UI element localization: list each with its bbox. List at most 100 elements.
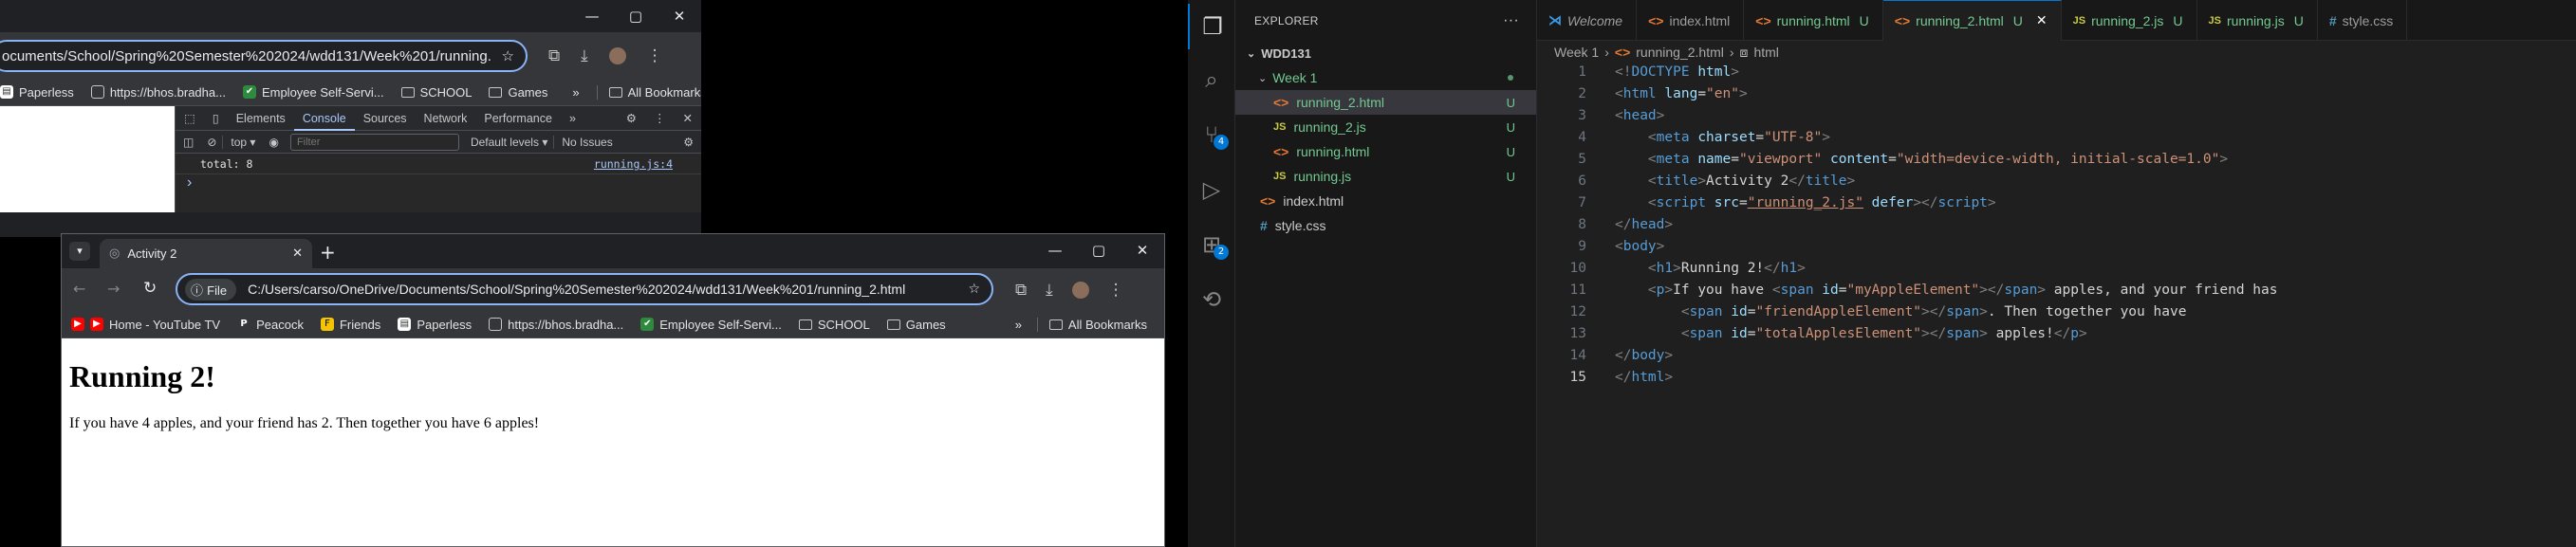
devtools-more-tabs[interactable]: » — [561, 106, 584, 131]
bookmark-school[interactable]: SCHOOL — [400, 85, 472, 100]
bookmark-bhos[interactable]: https://bhos.bradha... — [489, 318, 623, 332]
tab-style-css[interactable]: # style.css — [2318, 0, 2408, 41]
tree-file-index-html[interactable]: <> index.html — [1235, 189, 1536, 213]
close-icon[interactable]: ✕ — [658, 0, 701, 32]
console-settings-icon[interactable]: ⚙ — [683, 136, 701, 149]
device-icon[interactable]: ▯ — [204, 106, 228, 131]
tab-index-html[interactable]: <> index.html — [1637, 0, 1745, 41]
eye-icon[interactable]: ◉ — [263, 136, 284, 149]
bookmark-paperless[interactable]: ▤ Paperless — [0, 85, 74, 100]
avatar[interactable] — [608, 46, 626, 64]
tree-file-running-js[interactable]: JS running.js U — [1235, 164, 1536, 189]
star-icon[interactable]: ☆ — [502, 47, 514, 64]
clear-console-icon[interactable]: ⊘ — [201, 136, 222, 149]
extensions-icon[interactable]: ⊞ 2 — [1188, 222, 1235, 267]
tree-file-style-css[interactable]: # style.css — [1235, 213, 1536, 238]
front-address-bar[interactable]: ⓘ File C:/Users/carso/OneDrive/Documents… — [176, 273, 993, 305]
back-address-bar[interactable]: ocuments/School/Spring%20Semester%202024… — [0, 40, 528, 72]
tab-search-icon[interactable]: ▾ — [69, 242, 90, 261]
tree-file-running-html[interactable]: <> running.html U — [1235, 139, 1536, 164]
bookmark-paperless[interactable]: ▤ Paperless — [398, 318, 472, 332]
line-number: 11 — [1569, 283, 1586, 298]
tree-folder-week1[interactable]: ⌄ Week 1 — [1235, 65, 1536, 90]
minimize-icon[interactable]: — — [1033, 234, 1077, 266]
tab-running-html[interactable]: <> running.html U — [1744, 0, 1883, 41]
explorer-menu-icon[interactable]: ··· — [1503, 12, 1519, 29]
context-select[interactable]: top ▾ — [222, 135, 263, 149]
front-bookmarks-bar: ▶ ▶ Home - YouTube TV P Peacock F Friends ▤… — [62, 311, 1164, 338]
tab-performance[interactable]: Performance — [475, 106, 561, 131]
tab-running-2-js[interactable]: JS running_2.js U — [2062, 0, 2197, 41]
inspect-icon[interactable]: ⬚ — [176, 106, 204, 131]
source-control-icon[interactable]: ⑂ 4 — [1188, 112, 1235, 157]
reload-icon[interactable]: ↻ — [143, 279, 157, 298]
all-bookmarks[interactable]: All Bookmarks — [596, 84, 701, 100]
sidebar-toggle-icon[interactable]: ◫ — [176, 136, 201, 149]
remote-explorer-icon[interactable]: ⟲ — [1188, 277, 1235, 322]
maximize-icon[interactable]: ▢ — [614, 0, 658, 32]
tab-running-js[interactable]: JS running.js U — [2197, 0, 2318, 41]
issues-count[interactable]: No Issues — [553, 135, 620, 149]
explorer-icon[interactable]: ❐ — [1188, 4, 1235, 49]
forward-arrow-icon[interactable]: → — [107, 280, 120, 298]
back-arrow-icon[interactable]: ← — [73, 280, 85, 298]
tab-close-icon[interactable]: ✕ — [2036, 13, 2048, 28]
tab-close-icon[interactable]: ✕ — [292, 246, 303, 261]
bookmark-youtube-tv[interactable]: ▶ Home - YouTube TV — [90, 318, 220, 332]
search-icon[interactable]: ⌕ — [1188, 57, 1235, 102]
breadcrumb-file[interactable]: running_2.html — [1636, 45, 1724, 60]
bookmarks-overflow-icon[interactable]: » — [572, 85, 579, 100]
tree-file-running-2-js[interactable]: JS running_2.js U — [1235, 115, 1536, 139]
console-filter-input[interactable] — [289, 133, 459, 151]
page-icon — [90, 85, 104, 99]
download-icon[interactable]: ⤓ — [1046, 281, 1053, 300]
maximize-icon[interactable]: ▢ — [1077, 234, 1121, 266]
more-menu-icon[interactable]: ⋮ — [647, 46, 663, 65]
levels-select[interactable]: Default levels ▾ — [465, 136, 553, 149]
tab-activity-2[interactable]: ◎ Activity 2 ✕ — [100, 239, 312, 268]
breadcrumb-element[interactable]: html — [1753, 45, 1778, 60]
code-editor[interactable]: 1 2 3 4 5 6 7 8 9 10 11 12 13 14 15 <!DO… — [1537, 63, 2576, 547]
tab-elements[interactable]: Elements — [228, 106, 294, 131]
devtools-tabs: ⬚ ▯ Elements Console Sources Network Per… — [176, 106, 701, 131]
bookmark-games[interactable]: Games — [489, 85, 547, 100]
console-source-link[interactable]: running.js:4 — [594, 157, 673, 171]
extensions-icon[interactable]: ⧉ — [548, 46, 560, 65]
page-heading: Running 2! — [69, 359, 215, 393]
bookmark-bhos[interactable]: https://bhos.bradha... — [90, 85, 226, 100]
bookmark-employee[interactable]: ✔ Employee Self-Servi... — [242, 85, 384, 100]
line-number: 7 — [1578, 195, 1586, 210]
chevron-right-icon: › — [1604, 45, 1609, 60]
new-tab-icon[interactable]: + — [320, 241, 336, 264]
bookmark-employee[interactable]: ✔ Employee Self-Servi... — [640, 318, 782, 332]
file-chip[interactable]: ⓘ File — [185, 278, 237, 301]
bookmark-friends[interactable]: F Friends — [320, 318, 380, 332]
breadcrumb-week1[interactable]: Week 1 — [1554, 45, 1599, 60]
bookmark-games[interactable]: Games — [886, 318, 946, 332]
tab-network[interactable]: Network — [416, 106, 476, 131]
run-debug-icon[interactable]: ▷ — [1188, 167, 1235, 212]
tree-root[interactable]: ⌄ WDD131 — [1235, 41, 1536, 65]
download-icon[interactable]: ⤓ — [581, 46, 588, 65]
tab-running-2-html[interactable]: <> running_2.html U ✕ — [1882, 0, 2062, 41]
code-line: <p>If you have <span id="myAppleElement"… — [1647, 283, 2278, 298]
devtools-menu-icon[interactable]: ⋮ — [645, 106, 675, 131]
bookmark-peacock[interactable]: P Peacock — [237, 318, 304, 332]
more-menu-icon[interactable]: ⋮ — [1108, 281, 1124, 300]
star-icon[interactable]: ☆ — [968, 282, 980, 297]
avatar[interactable] — [1071, 281, 1089, 299]
tab-console[interactable]: Console — [293, 106, 355, 131]
devtools-close-icon[interactable]: ✕ — [675, 106, 701, 131]
bookmark-school[interactable]: SCHOOL — [798, 318, 870, 332]
extensions-icon[interactable]: ⧉ — [1015, 281, 1027, 300]
tab-sources[interactable]: Sources — [355, 106, 416, 131]
tab-welcome[interactable]: ⋊ Welcome — [1537, 0, 1638, 41]
close-icon[interactable]: ✕ — [1121, 234, 1164, 266]
settings-gear-icon[interactable]: ⚙ — [618, 106, 645, 131]
console-prompt[interactable]: › — [176, 174, 701, 191]
back-bookmarks-bar: ▤ Paperless https://bhos.bradha... ✔ Emplo… — [0, 79, 701, 106]
bookmarks-overflow-icon[interactable]: » — [1015, 318, 1022, 332]
all-bookmarks[interactable]: All Bookmarks — [1036, 317, 1147, 332]
minimize-icon[interactable]: — — [570, 0, 614, 32]
tree-file-running-2-html[interactable]: <> running_2.html U — [1235, 90, 1536, 115]
